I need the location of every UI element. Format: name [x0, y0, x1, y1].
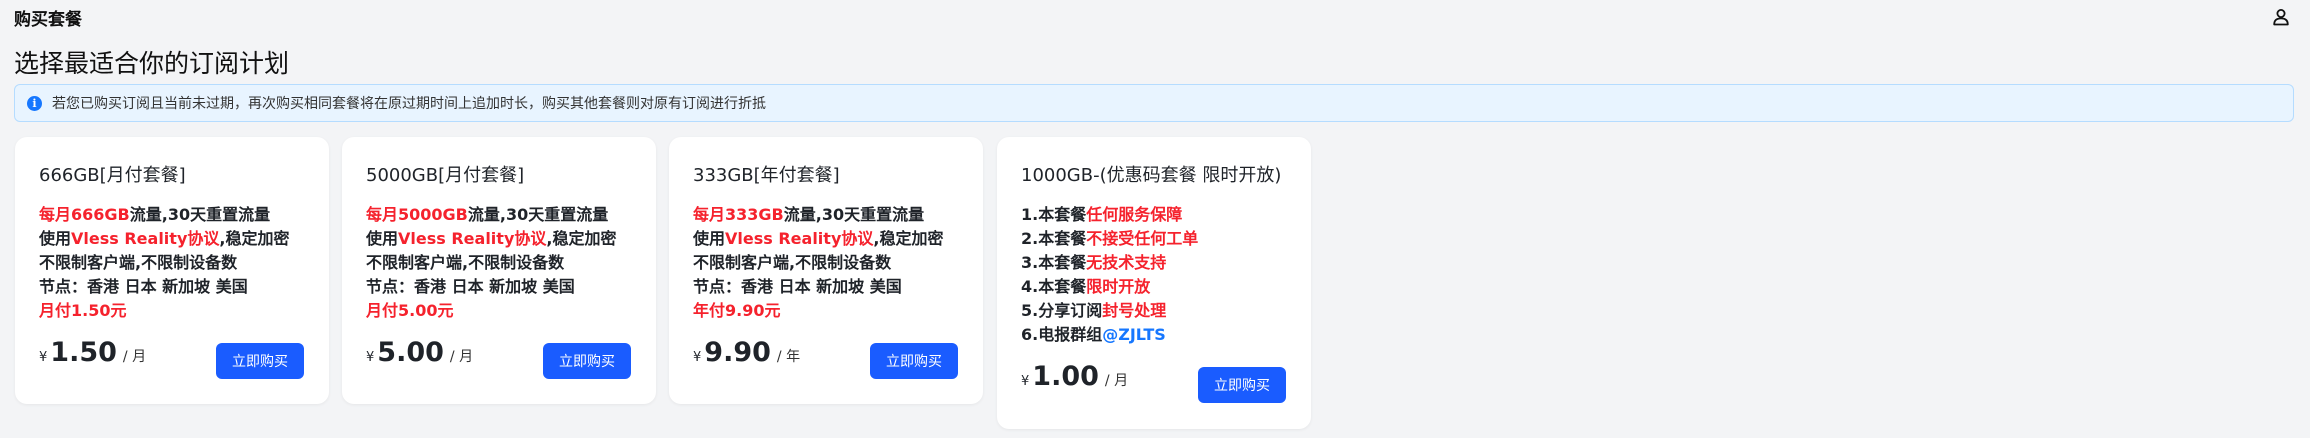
feature-line: 节点：香港 日本 新加坡 美国: [366, 275, 616, 299]
feature-highlight: @ZJLTS: [1102, 325, 1166, 344]
plan-features: 1.本套餐任何服务保障 2.本套餐不接受任何工单 3.本套餐无技术支持 4.本套餐限时…: [1021, 203, 1198, 347]
feature-line: 月付5.00元: [366, 299, 616, 323]
price-row: ¥ 1.00 / 月: [1021, 361, 1128, 392]
feature-line: 每月333GB流量,30天重置流量: [693, 203, 943, 227]
buy-now-button[interactable]: 立即购买: [1198, 367, 1286, 403]
header-title: 购买套餐: [14, 9, 82, 30]
feature-text: 使用: [39, 229, 72, 248]
feature-line: 月付1.50元: [39, 299, 289, 323]
buy-now-button[interactable]: 立即购买: [870, 343, 958, 379]
price-unit: / 年: [776, 349, 801, 365]
feature-text: 不限制客户端,不限制设备数: [366, 253, 565, 272]
feature-line: 6.电报群组@ZJLTS: [1021, 323, 1198, 347]
feature-highlight: 无技术支持: [1086, 253, 1167, 272]
feature-highlight: Vless Reality协议: [398, 229, 547, 248]
feature-line: 每月666GB流量,30天重置流量: [39, 203, 289, 227]
feature-highlight: 任何服务保障: [1086, 205, 1183, 224]
plan-price: 9.90: [704, 337, 771, 368]
page-title: 选择最适合你的订阅计划: [14, 49, 290, 78]
buy-now-button[interactable]: 立即购买: [543, 343, 631, 379]
feature-text: 3.本套餐: [1021, 253, 1087, 272]
currency-symbol: ¥: [1021, 374, 1030, 389]
feature-highlight: 月付1.50元: [39, 301, 127, 320]
notice-banner: i 若您已购买订阅且当前未过期，再次购买相同套餐将在原过期时间上追加时长，购买其…: [14, 84, 2294, 122]
feature-line: 每月5000GB流量,30天重置流量: [366, 203, 616, 227]
feature-line: 5.分享订阅封号处理: [1021, 299, 1198, 323]
feature-text: ,稳定加密: [219, 229, 290, 248]
price-row: ¥ 9.90 / 年: [693, 337, 800, 368]
feature-text: 2.本套餐: [1021, 229, 1087, 248]
notice-text: 若您已购买订阅且当前未过期，再次购买相同套餐将在原过期时间上追加时长，购买其他套…: [52, 96, 766, 112]
feature-text: 1.本套餐: [1021, 205, 1087, 224]
feature-text: 4.本套餐: [1021, 277, 1087, 296]
price-unit: / 月: [122, 349, 147, 365]
feature-text: 使用: [366, 229, 399, 248]
feature-text: 不限制客户端,不限制设备数: [39, 253, 238, 272]
feature-text: 6.电报群组: [1021, 325, 1103, 344]
feature-text: ,稳定加密: [546, 229, 617, 248]
feature-line: 年付9.90元: [693, 299, 943, 323]
feature-line: 使用Vless Reality协议,稳定加密: [39, 227, 289, 251]
plan-features: 每月333GB流量,30天重置流量 使用Vless Reality协议,稳定加密不…: [693, 203, 943, 323]
plan-title: 333GB[年付套餐]: [693, 165, 840, 186]
currency-symbol: ¥: [39, 350, 48, 365]
feature-line: 2.本套餐不接受任何工单: [1021, 227, 1198, 251]
plan-price: 5.00: [377, 337, 444, 368]
price-row: ¥ 5.00 / 月: [366, 337, 473, 368]
feature-line: 不限制客户端,不限制设备数: [693, 251, 943, 275]
feature-text: 不限制客户端,不限制设备数: [693, 253, 892, 272]
feature-line: 1.本套餐任何服务保障: [1021, 203, 1198, 227]
plan-card: 666GB[月付套餐] 每月666GB流量,30天重置流量 使用Vless Rea…: [15, 137, 329, 404]
feature-line: 使用Vless Reality协议,稳定加密: [693, 227, 943, 251]
feature-text: 5.分享订阅: [1021, 301, 1103, 320]
plan-features: 每月5000GB流量,30天重置流量 使用Vless Reality协议,稳定加密…: [366, 203, 616, 323]
feature-highlight: Vless Reality协议: [71, 229, 220, 248]
feature-text: 节点：香港 日本 新加坡 美国: [366, 277, 575, 296]
plan-card: 5000GB[月付套餐] 每月5000GB流量,30天重置流量 使用Vless R…: [342, 137, 656, 404]
feature-highlight: Vless Reality协议: [725, 229, 874, 248]
feature-line: 4.本套餐限时开放: [1021, 275, 1198, 299]
plan-title: 1000GB-(优惠码套餐 限时开放): [1021, 165, 1282, 186]
feature-highlight: 不接受任何工单: [1086, 229, 1199, 248]
user-icon[interactable]: [2270, 6, 2292, 28]
currency-symbol: ¥: [693, 350, 702, 365]
plan-features: 每月666GB流量,30天重置流量 使用Vless Reality协议,稳定加密不…: [39, 203, 289, 323]
feature-line: 不限制客户端,不限制设备数: [39, 251, 289, 275]
buy-now-button[interactable]: 立即购买: [216, 343, 304, 379]
feature-text: ,稳定加密: [873, 229, 944, 248]
feature-text: 流量,30天重置流量: [467, 205, 609, 224]
price-row: ¥ 1.50 / 月: [39, 337, 146, 368]
feature-highlight: 封号处理: [1102, 301, 1167, 320]
feature-line: 使用Vless Reality协议,稳定加密: [366, 227, 616, 251]
feature-line: 不限制客户端,不限制设备数: [366, 251, 616, 275]
feature-text: 流量,30天重置流量: [129, 205, 271, 224]
feature-text: 使用: [693, 229, 726, 248]
feature-text: 流量,30天重置流量: [783, 205, 925, 224]
feature-line: 节点：香港 日本 新加坡 美国: [39, 275, 289, 299]
top-bar: 购买套餐: [0, 0, 2310, 34]
info-icon: i: [27, 95, 42, 111]
feature-highlight: 每月5000GB: [366, 205, 468, 224]
plan-card: 1000GB-(优惠码套餐 限时开放) 1.本套餐任何服务保障 2.本套餐不接受任…: [997, 137, 1311, 429]
plan-price: 1.50: [50, 337, 117, 368]
feature-highlight: 年付9.90元: [693, 301, 781, 320]
plan-title: 666GB[月付套餐]: [39, 165, 186, 186]
plan-price: 1.00: [1032, 361, 1099, 392]
feature-line: 节点：香港 日本 新加坡 美国: [693, 275, 943, 299]
plan-title: 5000GB[月付套餐]: [366, 165, 525, 186]
feature-highlight: 月付5.00元: [366, 301, 454, 320]
plan-card: 333GB[年付套餐] 每月333GB流量,30天重置流量 使用Vless Rea…: [669, 137, 983, 404]
feature-text: 节点：香港 日本 新加坡 美国: [39, 277, 248, 296]
feature-text: 节点：香港 日本 新加坡 美国: [693, 277, 902, 296]
price-unit: / 月: [449, 349, 474, 365]
feature-highlight: 每月666GB: [39, 205, 130, 224]
feature-highlight: 限时开放: [1086, 277, 1151, 296]
currency-symbol: ¥: [366, 350, 375, 365]
price-unit: / 月: [1104, 373, 1129, 389]
feature-line: 3.本套餐无技术支持: [1021, 251, 1198, 275]
feature-highlight: 每月333GB: [693, 205, 784, 224]
